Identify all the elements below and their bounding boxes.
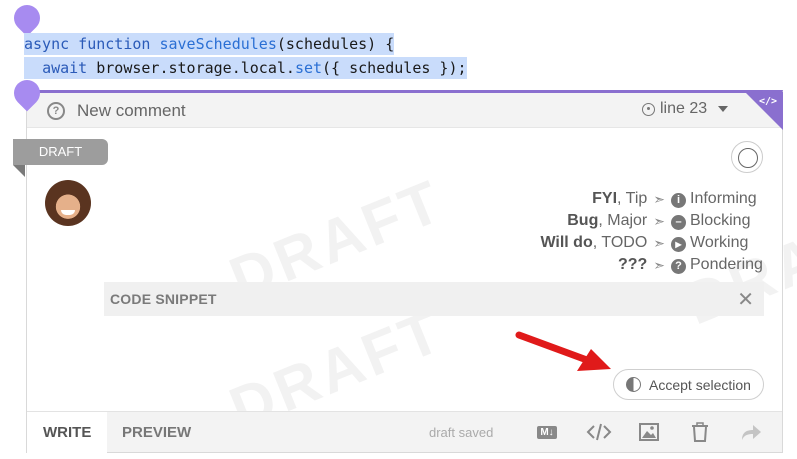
- share-arrow-icon: [742, 425, 761, 440]
- accept-selection-label: Accept selection: [649, 376, 751, 393]
- submit-button[interactable]: [739, 421, 763, 443]
- legend-label: , TODO: [592, 234, 648, 251]
- markdown-icon: M↓: [537, 425, 557, 439]
- legend-status: Pondering: [690, 256, 763, 273]
- image-icon: [639, 423, 659, 441]
- half-circle-icon: [626, 377, 641, 392]
- tab-preview[interactable]: PREVIEW: [106, 412, 207, 453]
- code-text: browser.storage.local.: [87, 59, 295, 77]
- block-icon: –: [671, 215, 686, 230]
- question-icon: ?: [671, 259, 686, 274]
- info-icon: i: [671, 193, 686, 208]
- legend-row-working[interactable]: Will do, TODO ➣ ▶ Working: [540, 232, 763, 254]
- avatar: [45, 180, 91, 226]
- comment-header: ? New comment line 23: [27, 93, 782, 128]
- markdown-button[interactable]: M↓: [533, 421, 561, 443]
- legend-row-informing[interactable]: FYI, Tip ➣ i Informing: [540, 188, 763, 210]
- legend-label-bold: ???: [617, 256, 648, 273]
- legend-label-bold: Will do: [540, 234, 593, 251]
- code-line-2: await browser.storage.local.set({ schedu…: [24, 56, 467, 80]
- legend-status: Blocking: [690, 212, 751, 229]
- code-line-1: async function saveSchedules(schedules) …: [24, 32, 467, 56]
- code-snippet-title: CODE SNIPPET: [110, 291, 217, 307]
- code-snippet-bar: CODE SNIPPET ✕: [104, 282, 764, 316]
- legend-row-blocking[interactable]: Bug, Major ➣ – Blocking: [540, 210, 763, 232]
- line-label: line 23: [660, 100, 708, 117]
- draft-tag-fold: [13, 165, 25, 177]
- legend-label: , Tip: [617, 190, 648, 207]
- code-icon: [586, 423, 612, 441]
- code-function-name: set: [294, 59, 323, 77]
- code-button[interactable]: [585, 421, 613, 443]
- play-icon: ▶: [671, 237, 686, 252]
- code-function-name: saveSchedules: [159, 35, 277, 53]
- status-toggle-button[interactable]: [731, 141, 763, 173]
- target-icon: [642, 102, 655, 116]
- draft-tag: DRAFT: [13, 139, 108, 165]
- annotation-arrow-icon: [515, 331, 611, 371]
- comment-title: New comment: [77, 101, 186, 120]
- arrow-icon: ➣: [653, 213, 665, 229]
- chevron-down-icon: [718, 106, 729, 112]
- draft-saved-status: draft saved: [429, 425, 494, 440]
- close-icon[interactable]: ✕: [737, 287, 754, 312]
- arrow-icon: ➣: [653, 191, 665, 207]
- code-keyword: await: [42, 59, 88, 77]
- accept-selection-button[interactable]: Accept selection: [613, 369, 764, 400]
- arrow-icon: ➣: [653, 235, 665, 251]
- comment-type-legend: FYI, Tip ➣ i Informing Bug, Major ➣ – Bloc…: [540, 188, 763, 276]
- legend-status: Working: [690, 234, 749, 251]
- selection-start-handle[interactable]: [8, 0, 46, 37]
- code-text: ({ schedules });: [322, 59, 467, 77]
- legend-row-pondering[interactable]: ??? ➣ ? Pondering: [540, 254, 763, 276]
- legend-label-bold: Bug: [567, 212, 599, 229]
- delete-button[interactable]: [689, 421, 711, 443]
- line-selector[interactable]: line 23: [642, 100, 729, 118]
- arrow-icon: ➣: [653, 257, 665, 273]
- editor-toolbar: WRITE PREVIEW draft saved M↓: [27, 411, 782, 453]
- image-button[interactable]: [637, 421, 661, 443]
- question-bubble-icon: ?: [47, 102, 65, 120]
- code-selection: async function saveSchedules(schedules) …: [24, 32, 467, 80]
- code-text: (schedules) {: [276, 35, 395, 53]
- legend-label-bold: FYI: [592, 190, 618, 207]
- tab-write[interactable]: WRITE: [27, 412, 108, 453]
- code-keyword: async function: [24, 35, 160, 53]
- legend-label: , Major: [598, 212, 648, 229]
- code-corner-icon: </>: [758, 96, 777, 107]
- trash-icon: [692, 422, 708, 442]
- legend-status: Informing: [690, 190, 757, 207]
